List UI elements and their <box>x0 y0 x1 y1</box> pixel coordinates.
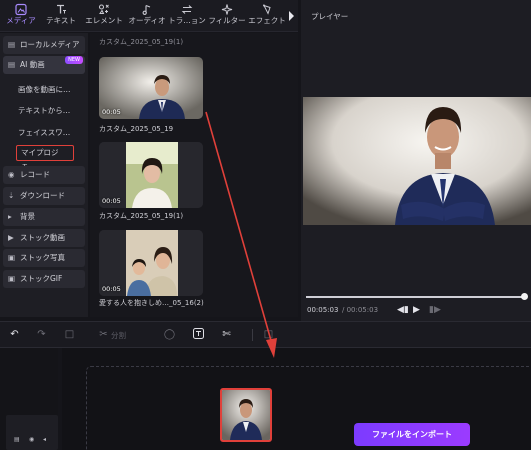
timeline-toolbar: ↶ ↷ □ ✂ 分割 ◯ ✄ □ <box>0 321 531 348</box>
folder-icon: ▤ <box>8 40 16 49</box>
tab-media[interactable]: メディア <box>2 3 40 29</box>
text-box-icon[interactable] <box>192 328 205 341</box>
shield-icon[interactable]: ◯ <box>163 328 176 341</box>
download-icon: ⇣ <box>8 191 15 200</box>
media-caption: 愛する人を抱きしめ…_05_16(2) <box>99 299 204 307</box>
redo-icon[interactable]: ↷ <box>35 328 48 341</box>
record-icon: ◉ <box>8 170 15 179</box>
play-icon[interactable]: ▶ <box>413 305 420 315</box>
businessman-image <box>303 97 531 225</box>
track-header <box>6 415 58 450</box>
total-time: / 00:05:03 <box>342 306 379 314</box>
media-caption: カスタム_2025_05_19(1) <box>99 212 184 220</box>
toolbar-divider <box>252 329 253 341</box>
tab-label: テキスト <box>46 16 76 25</box>
transition-icon <box>181 5 193 14</box>
sidebar-subitem-my-project[interactable]: マイプロジェ… <box>16 145 74 170</box>
folder-icon: ▤ <box>8 60 16 69</box>
tab-audio[interactable]: オーディオ <box>126 3 168 29</box>
sidebar-item-label: ストックGIF <box>20 274 63 283</box>
effect-icon <box>263 4 271 15</box>
media-sidebar: ▤ ローカルメディア ▤ AI 動画 NEW 画像を動画に… テキストから… フェイ… <box>0 33 88 317</box>
media-icon <box>15 3 27 16</box>
tab-label: メディア <box>6 16 36 25</box>
chevron-right-icon[interactable] <box>287 10 295 22</box>
crop-cut-icon[interactable]: ✄ <box>220 328 233 341</box>
sidebar-item-stock-gif[interactable]: ▣ ストックGIF <box>3 270 85 288</box>
text-icon <box>57 4 66 14</box>
gif-icon: ▣ <box>8 274 16 283</box>
element-icon <box>98 4 109 14</box>
sidebar-item-local-media[interactable]: ▤ ローカルメディア <box>3 36 85 54</box>
sidebar-item-label: ストック写真 <box>20 253 65 262</box>
sidebar-item-label: ダウンロード <box>20 191 65 200</box>
tab-element[interactable]: エレメント <box>82 3 126 29</box>
import-file-button[interactable]: ファイルをインポート <box>354 423 470 446</box>
tab-label: エフェクト <box>248 16 286 25</box>
media-thumbnail[interactable]: 00:05 <box>99 230 203 296</box>
delete-icon[interactable]: □ <box>63 328 76 341</box>
tab-label: フィルター <box>208 16 246 25</box>
eye-icon[interactable]: ◉ <box>29 436 34 443</box>
media-caption: カスタム_2025_05_19(1) <box>99 38 184 46</box>
sidebar-subitem-face-swap[interactable]: フェイススワ… <box>18 127 70 138</box>
tab-effect[interactable]: エフェクト <box>247 3 287 29</box>
sidebar-item-stock-video[interactable]: ▶ ストック動画 <box>3 229 85 247</box>
sidebar-item-label: ローカルメディア <box>20 40 80 49</box>
sidebar-item-download[interactable]: ⇣ ダウンロード <box>3 187 85 205</box>
new-badge: NEW <box>65 56 83 64</box>
sidebar-subitem-text-to-video[interactable]: テキストから… <box>18 105 70 116</box>
tab-label: トラ…ョン <box>168 16 206 25</box>
audio-icon <box>142 4 151 15</box>
film-icon[interactable]: ▤ <box>14 436 20 443</box>
previous-frame-icon[interactable]: ◀▮ <box>397 305 409 315</box>
image-icon: ▣ <box>8 253 16 262</box>
tab-label: オーディオ <box>128 16 166 25</box>
sidebar-item-label: 背景 <box>20 212 35 221</box>
split-label[interactable]: 分割 <box>111 330 126 341</box>
next-frame-icon[interactable]: ▮▶ <box>429 305 441 315</box>
top-tab-bar: メディア テキスト エレメント オーディオ トラ…ョン フィルター エフェクト <box>0 0 298 32</box>
caret-right-icon: ▸ <box>8 212 12 221</box>
speaker-icon[interactable]: ◂ <box>43 436 46 443</box>
duration-label: 00:05 <box>102 285 121 293</box>
current-time: 00:05:03 <box>307 306 339 314</box>
play-box-icon: ▶ <box>8 233 14 242</box>
undo-icon[interactable]: ↶ <box>8 328 21 341</box>
seek-handle[interactable] <box>521 293 528 300</box>
seek-bar[interactable] <box>306 296 526 298</box>
sidebar-item-label: AI 動画 <box>20 60 45 69</box>
sidebar-item-record[interactable]: ◉ レコード <box>3 166 85 184</box>
sidebar-item-stock-photo[interactable]: ▣ ストック写真 <box>3 249 85 267</box>
player-panel: プレイヤー 00:05:03 / 00:05:03 ◀▮ ▶ ▮▶ <box>301 0 531 321</box>
duration-label: 00:05 <box>102 108 121 116</box>
filter-icon <box>221 4 233 15</box>
duration-label: 00:05 <box>102 197 121 205</box>
lock-icon[interactable]: □ <box>262 328 275 341</box>
media-thumbnail[interactable]: 00:05 <box>99 142 203 208</box>
tab-label: エレメント <box>85 16 123 25</box>
media-caption: カスタム_2025_05_19 <box>99 125 174 133</box>
media-thumbnail[interactable]: 00:05 <box>99 57 203 119</box>
player-video[interactable] <box>303 97 531 225</box>
tab-filter[interactable]: フィルター <box>206 3 248 29</box>
sidebar-subitem-image-to-video[interactable]: 画像を動画に… <box>18 84 71 95</box>
sidebar-item-label: レコード <box>20 170 50 179</box>
tab-text[interactable]: テキスト <box>42 3 80 29</box>
split-icon[interactable]: ✂ <box>97 328 110 341</box>
player-title: プレイヤー <box>311 12 349 21</box>
sidebar-item-label: ストック動画 <box>20 233 65 242</box>
businessman-image <box>222 390 270 440</box>
tab-transition[interactable]: トラ…ョン <box>168 3 206 29</box>
sidebar-item-background[interactable]: ▸ 背景 <box>3 208 85 226</box>
media-grid: カスタム_2025_05_19(1) 00:05 カスタム_2025_05_19… <box>90 33 298 317</box>
timeline-clip[interactable] <box>220 388 272 442</box>
